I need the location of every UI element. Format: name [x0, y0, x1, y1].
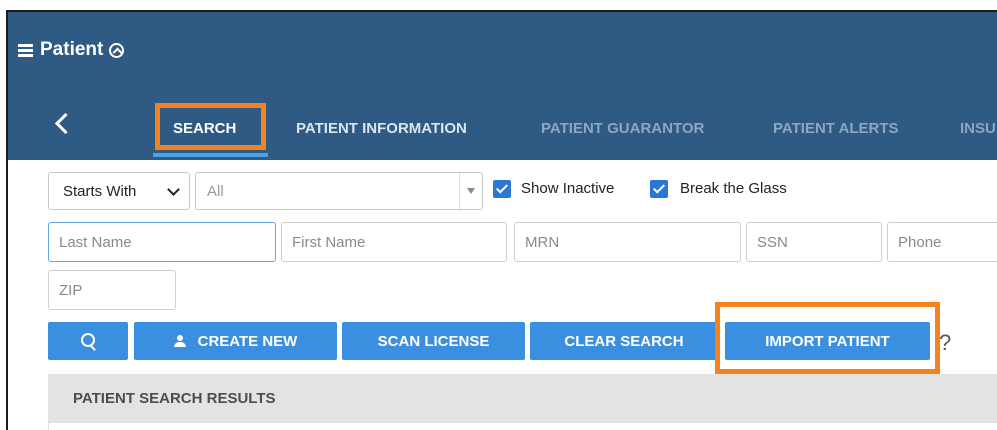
dropdown-arrow-icon[interactable] — [467, 188, 475, 194]
ssn-field[interactable] — [746, 222, 882, 262]
help-icon[interactable]: ? — [939, 330, 951, 356]
phone-field[interactable] — [887, 222, 997, 262]
page-title: Patient — [40, 39, 104, 60]
hamburger-icon[interactable] — [18, 44, 33, 57]
match-mode-value: Starts With — [63, 183, 137, 200]
tab-patient-information[interactable]: PATIENT INFORMATION — [296, 120, 467, 137]
mrn-field[interactable] — [514, 222, 741, 262]
first-name-field[interactable] — [281, 222, 507, 262]
chevron-down-icon — [167, 183, 180, 196]
zip-field[interactable] — [48, 270, 176, 310]
select-divider — [459, 173, 460, 209]
clear-search-button[interactable]: CLEAR SEARCH — [530, 322, 718, 360]
show-inactive-checkbox[interactable] — [493, 180, 511, 198]
show-inactive-label: Show Inactive — [521, 180, 615, 197]
app-window: Patient SEARCH PATIENT INFORMATION PATIE… — [6, 10, 997, 430]
results-section-header: PATIENT SEARCH RESULTS — [48, 374, 997, 424]
results-panel — [48, 422, 997, 430]
match-mode-select[interactable]: Starts With — [48, 172, 190, 210]
chevron-left-icon[interactable] — [54, 112, 77, 135]
search-tab-highlight — [155, 103, 266, 150]
user-icon — [173, 335, 186, 347]
scope-value: All — [207, 183, 224, 200]
import-patient-highlight — [715, 302, 940, 374]
search-button[interactable] — [48, 322, 128, 360]
scope-select[interactable]: All — [195, 172, 483, 210]
break-the-glass-checkbox[interactable] — [650, 180, 668, 198]
search-icon — [81, 333, 95, 347]
tab-insurance[interactable]: INSU — [960, 120, 996, 137]
create-new-label: CREATE NEW — [197, 332, 298, 350]
chevron-up-circle-icon[interactable] — [109, 42, 125, 58]
app-header: Patient SEARCH PATIENT INFORMATION PATIE… — [8, 12, 997, 160]
active-tab-indicator — [153, 153, 268, 157]
module-title-bar[interactable]: Patient — [18, 38, 125, 62]
tab-patient-guarantor[interactable]: PATIENT GUARANTOR — [541, 120, 704, 137]
create-new-button[interactable]: CREATE NEW — [134, 322, 337, 360]
scan-license-button[interactable]: SCAN LICENSE — [342, 322, 525, 360]
tab-patient-alerts[interactable]: PATIENT ALERTS — [773, 120, 899, 137]
break-the-glass-label: Break the Glass — [680, 180, 787, 197]
last-name-field[interactable] — [48, 222, 276, 262]
results-title: PATIENT SEARCH RESULTS — [73, 390, 276, 407]
